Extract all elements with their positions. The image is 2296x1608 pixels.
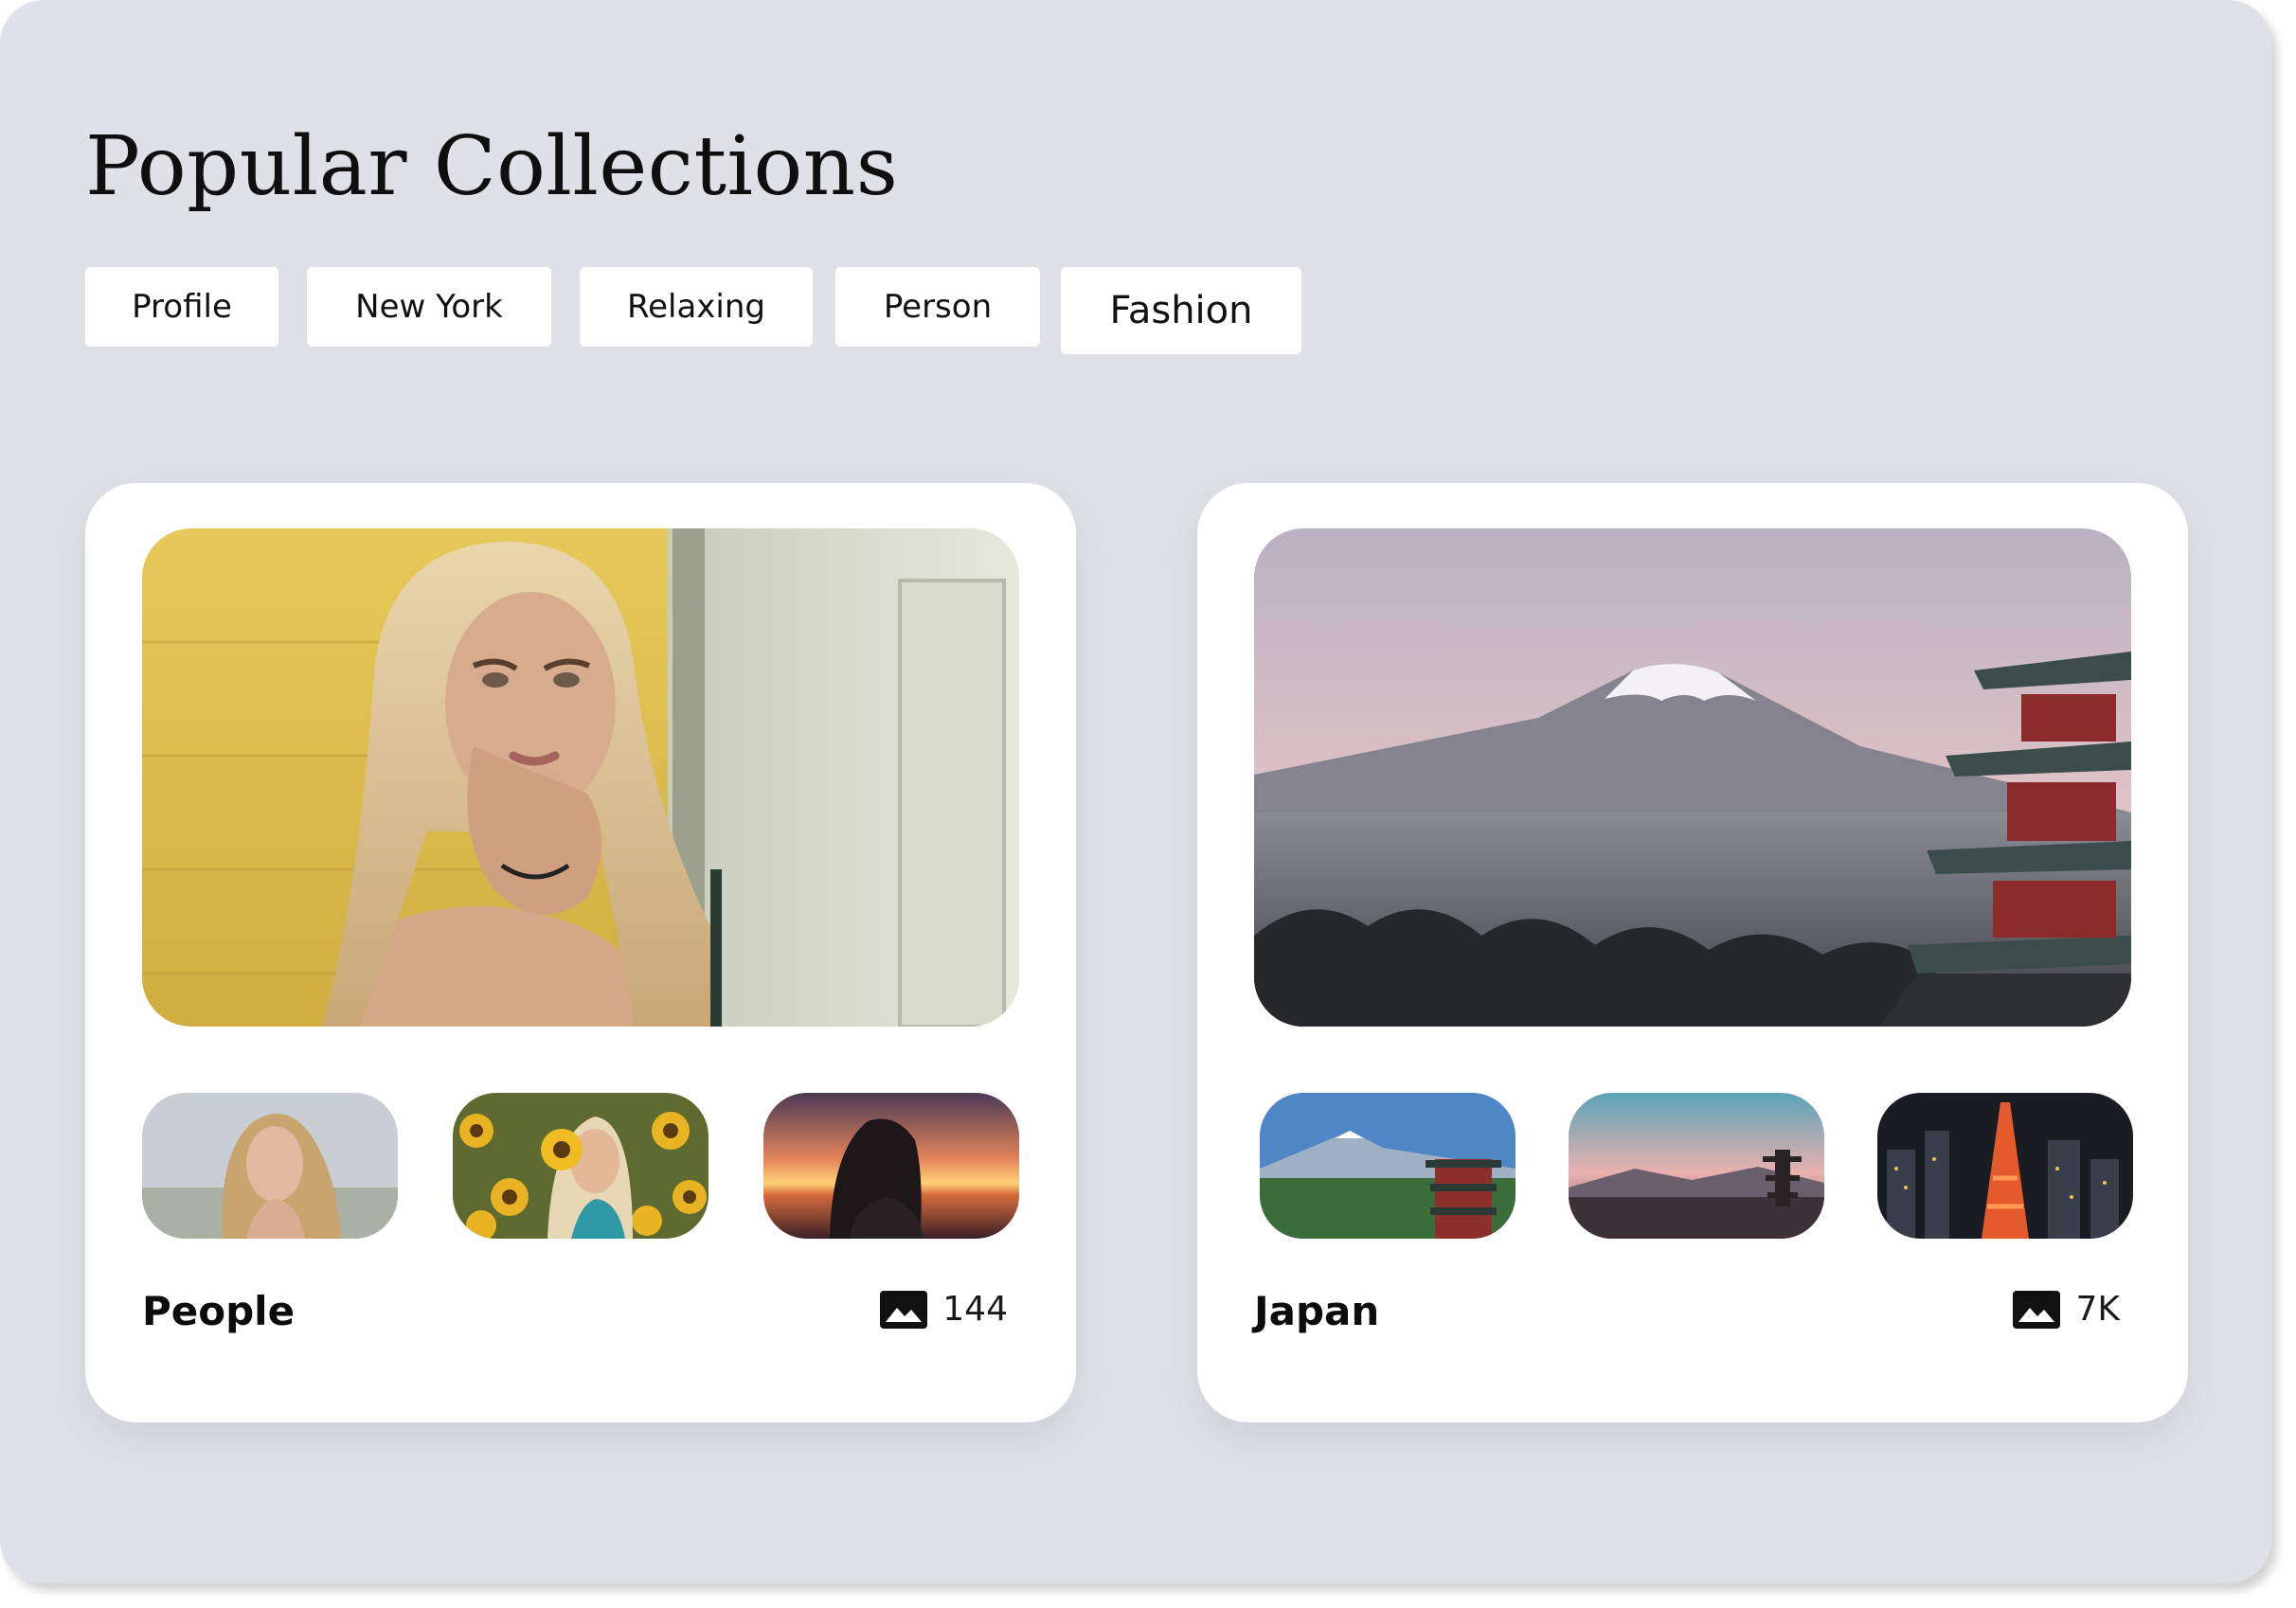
collection-card-japan[interactable]: Japan 7K bbox=[1197, 483, 2188, 1422]
filter-chip-relaxing[interactable]: Relaxing bbox=[580, 267, 813, 347]
collection-name: People bbox=[142, 1288, 296, 1334]
collection-hero-image[interactable] bbox=[142, 528, 1019, 1027]
collection-thumbnail[interactable] bbox=[1877, 1093, 2133, 1239]
collection-thumbnail[interactable] bbox=[1569, 1093, 1824, 1239]
collection-thumbnail[interactable] bbox=[453, 1093, 709, 1239]
collection-count-value: 144 bbox=[942, 1290, 1008, 1329]
page-title: Popular Collections bbox=[85, 119, 899, 214]
collection-hero-image[interactable] bbox=[1254, 528, 2131, 1027]
collection-card-people[interactable]: People 144 bbox=[85, 483, 1076, 1422]
filter-chip-new-york[interactable]: New York bbox=[307, 267, 551, 347]
collection-thumbnail[interactable] bbox=[763, 1093, 1019, 1239]
collection-thumbnail[interactable] bbox=[142, 1093, 398, 1239]
filter-chip-person[interactable]: Person bbox=[835, 267, 1040, 347]
collection-count: 7K bbox=[2013, 1290, 2120, 1329]
collection-name: Japan bbox=[1254, 1288, 1380, 1334]
collection-thumbnail[interactable] bbox=[1260, 1093, 1516, 1239]
image-icon bbox=[2013, 1290, 2061, 1329]
filter-chip-fashion[interactable]: Fashion bbox=[1061, 267, 1301, 354]
collection-count: 144 bbox=[880, 1290, 1008, 1329]
image-icon bbox=[880, 1290, 928, 1329]
collection-count-value: 7K bbox=[2075, 1290, 2120, 1329]
collections-panel: Popular Collections Profile New York Rel… bbox=[0, 0, 2271, 1583]
filter-chip-profile[interactable]: Profile bbox=[85, 267, 278, 347]
